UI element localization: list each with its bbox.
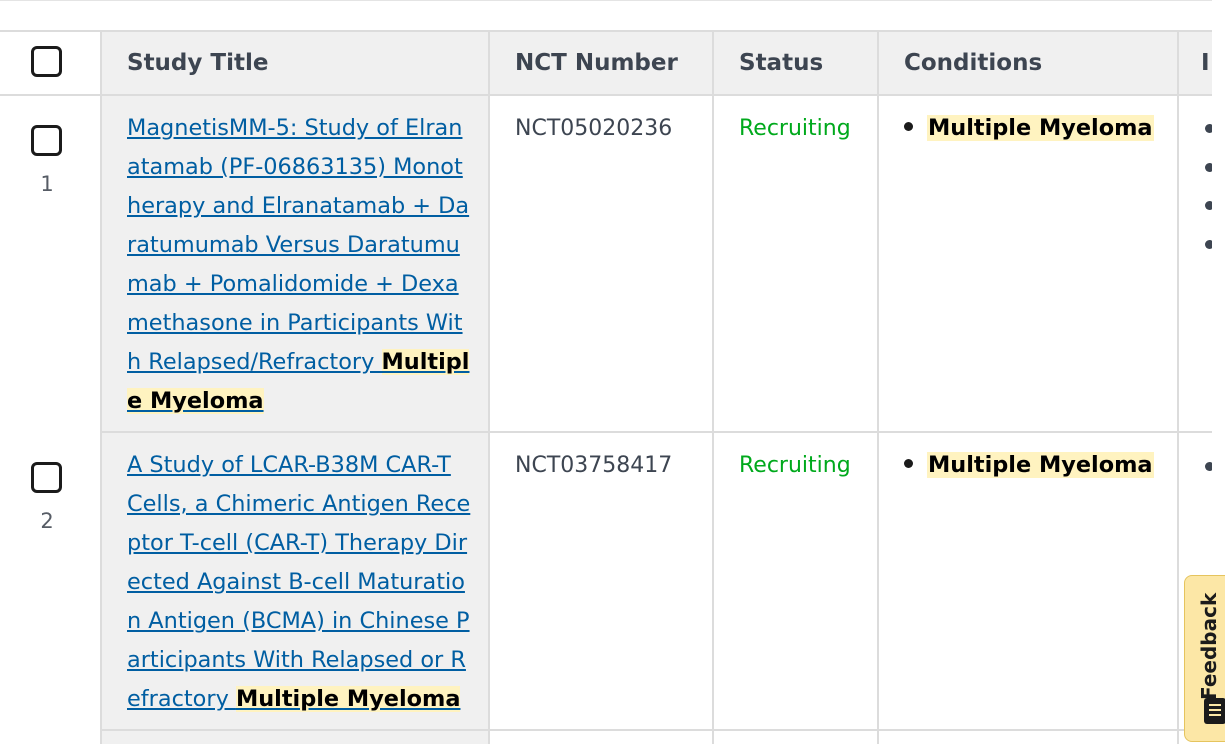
bullet-icon: [904, 459, 913, 468]
bullet-icon: [1205, 462, 1212, 471]
bullet-icon: [904, 122, 913, 131]
status-badge: Recruiting: [739, 116, 851, 141]
row-checkbox[interactable]: [31, 462, 62, 493]
results-table: Study Title NCT Number Status Conditions…: [0, 0, 1212, 744]
header-status[interactable]: Status: [739, 31, 823, 94]
condition-label: Multiple Myeloma: [927, 115, 1154, 141]
row-number: 2: [40, 509, 54, 533]
title-text: MagnetisMM-5: Study of Elranatamab (PF-0…: [127, 115, 470, 375]
title-text: A Study of LCAR-B38M CAR-T Cells, a Chim…: [127, 452, 471, 712]
condition-item: Multiple Myeloma: [904, 109, 1154, 148]
bullet-icon: [1205, 163, 1212, 172]
title-highlight: Multiple Myeloma: [235, 686, 461, 712]
header-next-column[interactable]: I: [1201, 31, 1210, 94]
row-divider: [102, 431, 1212, 433]
bullet-icon: [1205, 124, 1212, 133]
column-divider: [100, 30, 102, 744]
header-bottom-border: [0, 94, 1212, 96]
condition-label: Multiple Myeloma: [927, 452, 1154, 478]
row-divider: [102, 729, 1212, 731]
feedback-label: Feedback: [1197, 592, 1221, 700]
study-title-link[interactable]: A Study of LCAR-B38M CAR-T Cells, a Chim…: [127, 446, 472, 719]
nct-number: NCT03758417: [515, 453, 673, 478]
top-divider: [0, 0, 1212, 1]
status-badge: Recruiting: [739, 453, 851, 478]
header-nct-number[interactable]: NCT Number: [515, 31, 678, 94]
column-divider: [1177, 30, 1179, 744]
bullet-icon: [1205, 201, 1212, 210]
select-all-checkbox[interactable]: [31, 46, 62, 77]
bullet-icon: [1205, 240, 1212, 249]
column-divider: [712, 30, 714, 744]
column-divider: [877, 30, 879, 744]
study-title-link[interactable]: MagnetisMM-5: Study of Elranatamab (PF-0…: [127, 109, 472, 421]
feedback-icon: [1204, 698, 1225, 724]
row-checkbox[interactable]: [31, 125, 62, 156]
header-conditions[interactable]: Conditions: [904, 31, 1042, 94]
condition-item: Multiple Myeloma: [904, 446, 1154, 485]
column-divider: [488, 30, 490, 744]
nct-number: NCT05020236: [515, 116, 673, 141]
header-study-title[interactable]: Study Title: [127, 31, 268, 94]
row-number: 1: [40, 172, 54, 196]
